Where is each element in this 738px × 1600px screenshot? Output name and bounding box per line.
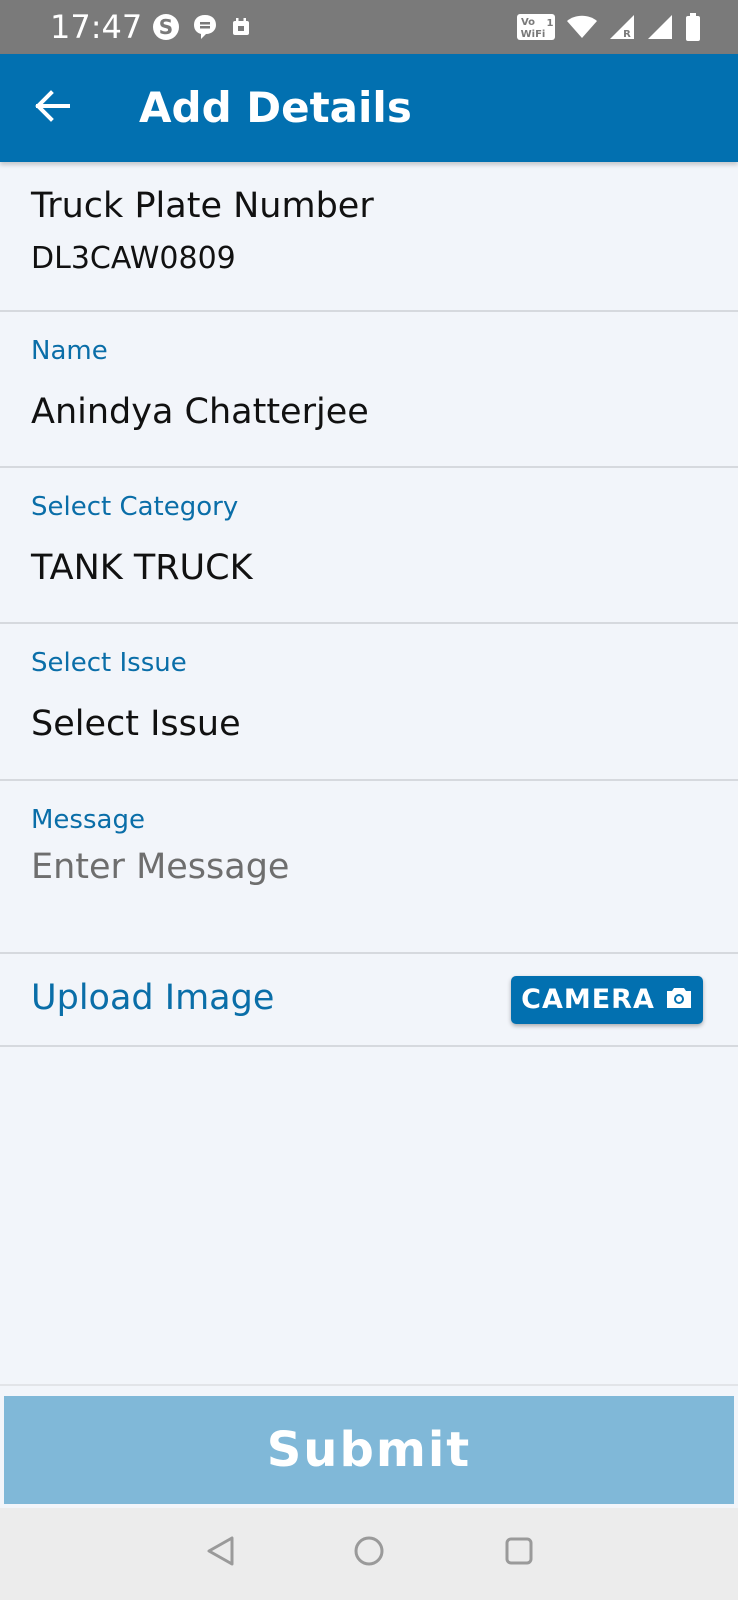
- nav-recents-button[interactable]: [494, 1528, 544, 1578]
- skype-icon: S: [152, 13, 180, 41]
- name-label: Name: [31, 336, 108, 366]
- arrow-left-icon: [34, 90, 70, 126]
- status-left-icons: S: [152, 12, 252, 42]
- name-field[interactable]: Name Anindya Chatterjee: [0, 312, 738, 468]
- truck-plate-row: Truck Plate Number DL3CAW0809: [0, 162, 738, 312]
- svg-text:1: 1: [547, 18, 554, 29]
- category-value[interactable]: TANK TRUCK: [31, 546, 253, 590]
- svg-text:Vo: Vo: [521, 17, 535, 28]
- vowifi-icon: Vo WiFi 1: [516, 12, 556, 42]
- system-nav-bar: [0, 1508, 738, 1600]
- wifi-icon: [566, 14, 598, 40]
- camera-button[interactable]: CAMERA: [511, 976, 703, 1024]
- truck-plate-label: Truck Plate Number: [31, 186, 374, 226]
- camera-icon: [665, 986, 693, 1014]
- submit-button[interactable]: Submit: [4, 1396, 734, 1504]
- nav-back-icon: [204, 1534, 238, 1572]
- svg-text:S: S: [159, 15, 173, 39]
- status-bar: 17:47 S Vo WiFi 1 R: [0, 0, 738, 54]
- submit-button-label: Submit: [266, 1422, 472, 1478]
- status-right-icons: Vo WiFi 1 R: [516, 12, 702, 42]
- nav-back-button[interactable]: [196, 1528, 246, 1578]
- nav-recents-icon: [502, 1534, 536, 1572]
- category-select[interactable]: Select Category TANK TRUCK: [0, 468, 738, 624]
- page: 17:47 S Vo WiFi 1 R Add Details Truck Pl…: [0, 0, 738, 1600]
- signal-icon: [646, 13, 674, 41]
- message-input[interactable]: [31, 843, 701, 891]
- category-label: Select Category: [31, 492, 239, 522]
- nav-home-button[interactable]: [344, 1528, 394, 1578]
- message-field: Message: [0, 781, 738, 954]
- calendar-icon: [230, 16, 252, 38]
- truck-plate-value: DL3CAW0809: [31, 241, 236, 276]
- svg-text:R: R: [623, 29, 631, 40]
- signal-r-icon: R: [608, 13, 636, 41]
- submit-area: Submit: [0, 1384, 738, 1508]
- upload-image-row: Upload Image CAMERA: [0, 954, 738, 1047]
- upload-image-label: Upload Image: [31, 978, 275, 1018]
- issue-select[interactable]: Select Issue Select Issue: [0, 624, 738, 781]
- chat-icon: [192, 13, 218, 41]
- nav-home-icon: [352, 1534, 386, 1572]
- camera-button-label: CAMERA: [521, 984, 655, 1015]
- battery-icon: [684, 12, 702, 42]
- message-label: Message: [31, 805, 145, 835]
- app-bar: Add Details: [0, 54, 738, 162]
- issue-value[interactable]: Select Issue: [31, 702, 241, 746]
- page-title: Add Details: [139, 83, 412, 132]
- issue-label: Select Issue: [31, 648, 187, 678]
- svg-text:WiFi: WiFi: [521, 29, 546, 40]
- name-value[interactable]: Anindya Chatterjee: [31, 390, 369, 434]
- status-time: 17:47: [50, 8, 143, 46]
- back-button[interactable]: [30, 86, 74, 130]
